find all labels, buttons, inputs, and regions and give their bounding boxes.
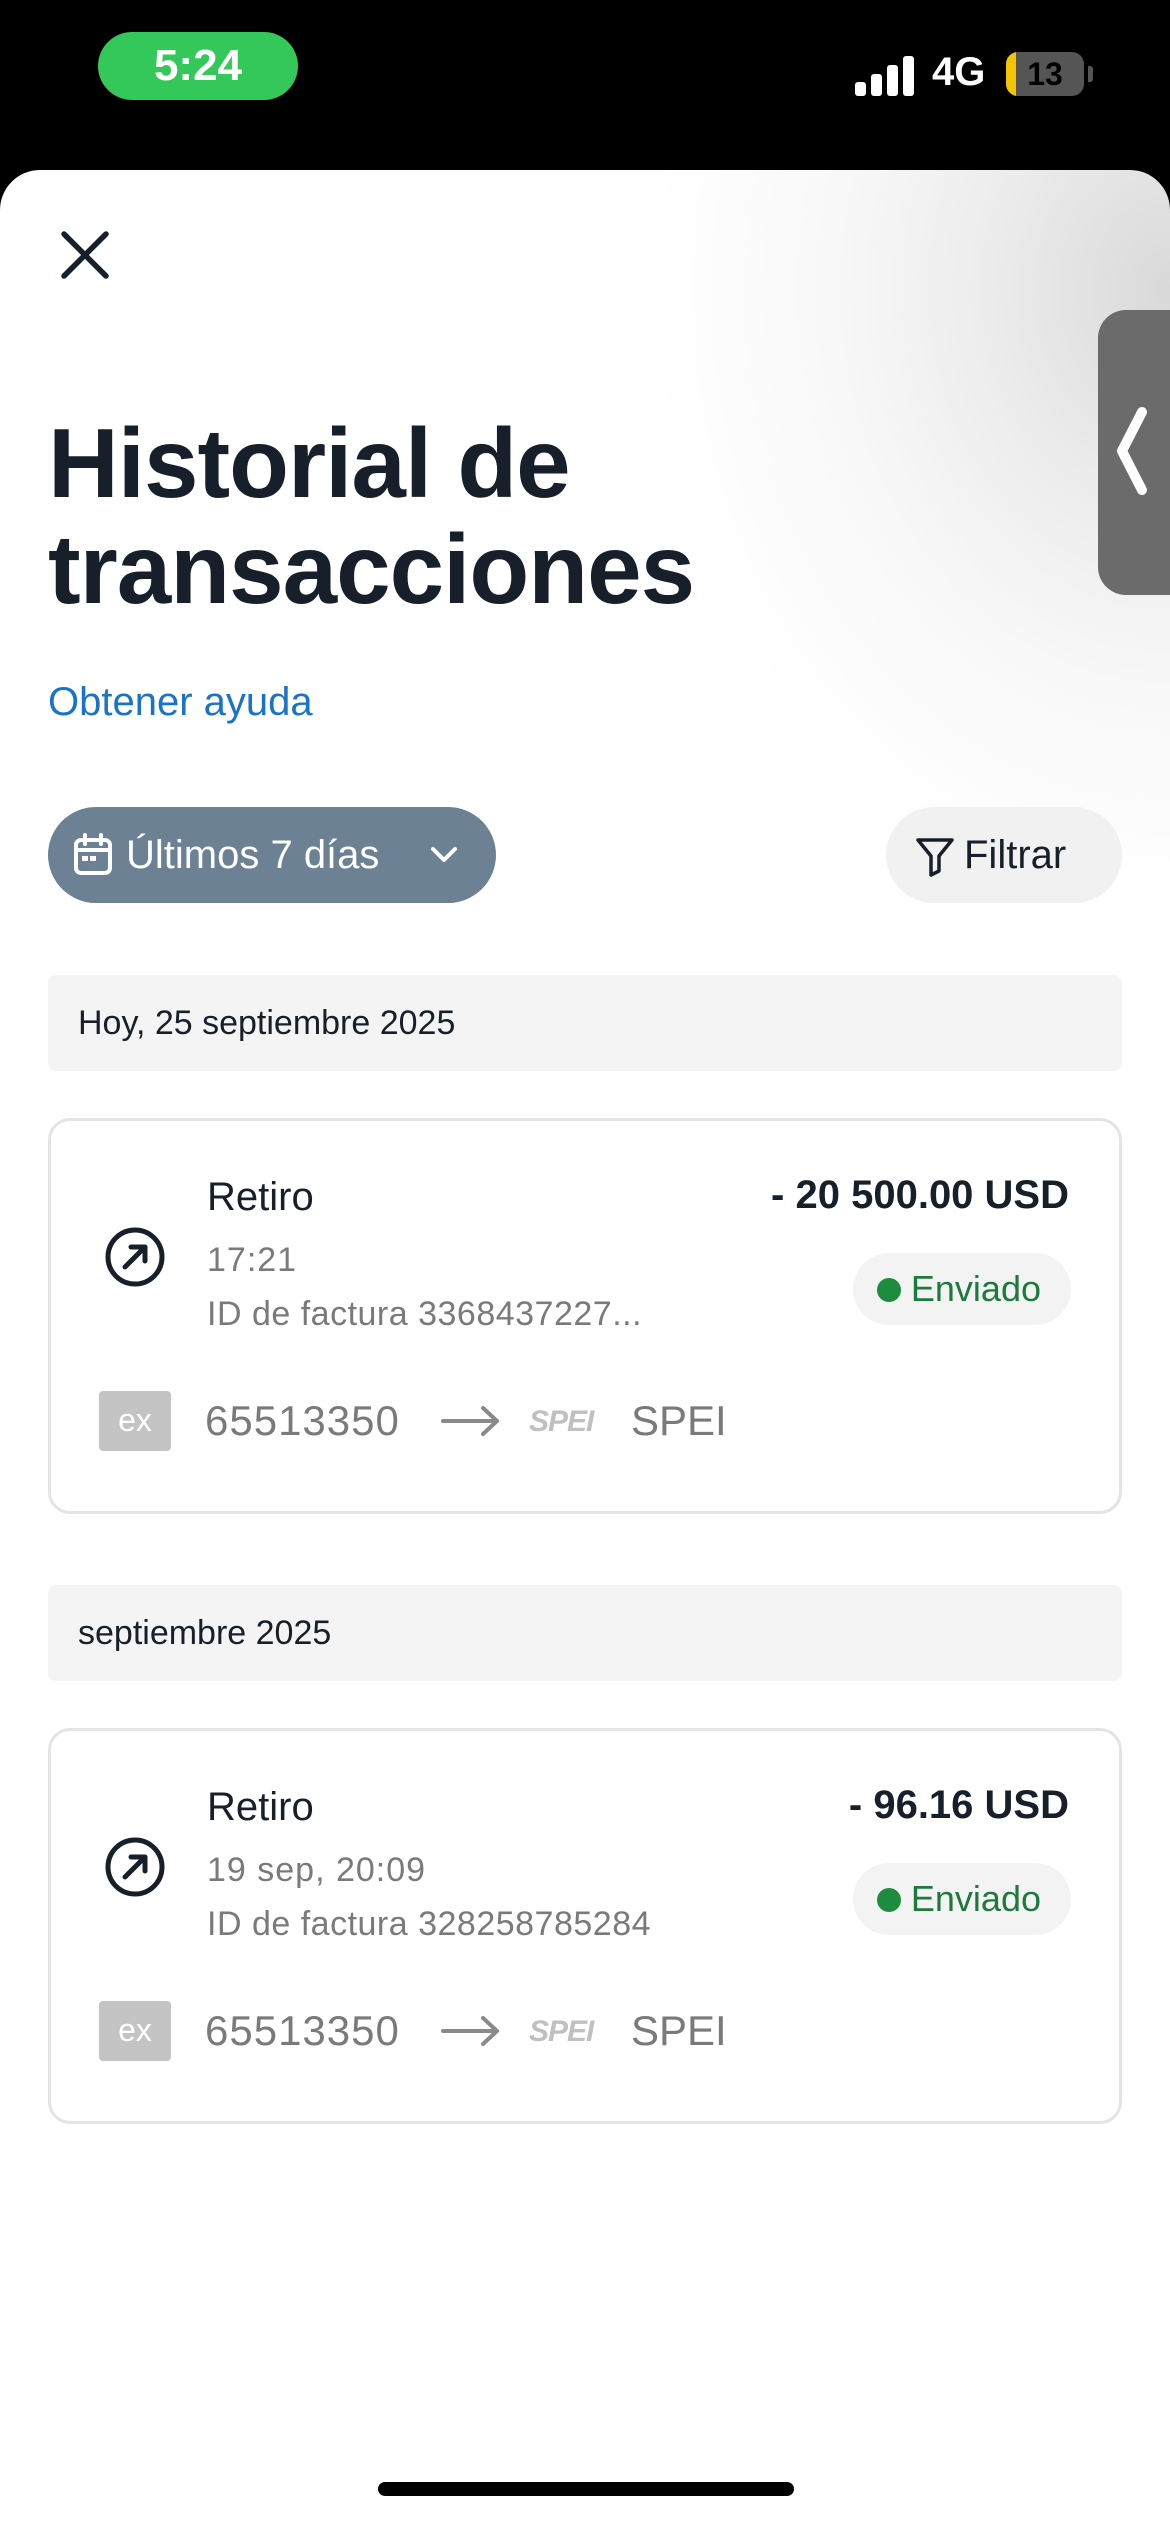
source-logo: ex <box>99 1391 171 1451</box>
status-label: Enviado <box>910 1878 1041 1919</box>
invoice-id: ID de factura 328258785284 <box>207 1905 652 1943</box>
destination-name: SPEI <box>631 1397 727 1444</box>
network-type: 4G <box>932 50 986 94</box>
source-account: 65513350 <box>205 2007 400 2054</box>
filter-icon <box>916 838 954 877</box>
chevron-down-icon <box>431 847 457 862</box>
destination-logo: SPEI <box>529 1405 594 1438</box>
arrow-right-icon <box>441 2016 499 2046</box>
transaction-time: 17:21 <box>207 1241 298 1279</box>
transaction-amount: - 20 500.00 USD <box>771 1173 1069 1217</box>
transaction-card[interactable]: Retiro 19 sep, 20:09 ID de factura 32825… <box>48 1728 1122 2124</box>
period-label: Últimos 7 días <box>126 833 380 877</box>
destination-logo: SPEI <box>529 2015 594 2048</box>
source-logo: ex <box>99 2001 171 2061</box>
date-group-header: septiembre 2025 <box>48 1585 1122 1681</box>
help-link[interactable]: Obtener ayuda <box>48 680 313 725</box>
arrow-right-icon <box>441 1406 499 1436</box>
period-selector-button[interactable]: Últimos 7 días <box>48 807 496 903</box>
transaction-type: Retiro <box>207 1175 314 1219</box>
arrow-up-right-circle-icon <box>105 1837 165 1897</box>
page-title: Historial de transacciones <box>48 408 695 624</box>
transaction-card[interactable]: Retiro 17:21 ID de factura 3368437227...… <box>48 1118 1122 1514</box>
status-badge: Enviado <box>852 1253 1071 1325</box>
close-button[interactable] <box>50 220 120 290</box>
status-label: Enviado <box>910 1268 1041 1309</box>
close-icon <box>61 231 109 279</box>
source-account: 65513350 <box>205 1397 400 1444</box>
home-indicator[interactable] <box>378 2482 794 2496</box>
transaction-amount: - 96.16 USD <box>848 1783 1069 1827</box>
battery-icon: 13 <box>1006 52 1084 96</box>
calendar-icon <box>74 833 112 875</box>
transaction-type: Retiro <box>207 1785 314 1829</box>
status-bar: 5:24 4G 13 <box>0 0 1170 170</box>
status-dot <box>876 1278 901 1302</box>
filter-button[interactable]: Filtrar <box>886 807 1122 903</box>
side-drawer-tab[interactable] <box>1098 310 1170 595</box>
status-dot <box>876 1888 901 1912</box>
filter-label: Filtrar <box>964 833 1067 877</box>
arrow-up-right-circle-icon <box>105 1227 165 1287</box>
cellular-signal-icon <box>855 54 915 96</box>
status-badge: Enviado <box>852 1863 1071 1935</box>
transaction-history-sheet: Historial de transacciones Obtener ayuda… <box>0 170 1170 2532</box>
battery-tip <box>1088 66 1093 82</box>
battery-level: 13 <box>1027 56 1063 92</box>
chevron-left-icon <box>1117 407 1147 495</box>
destination-name: SPEI <box>631 2007 727 2054</box>
date-group-header: Hoy, 25 septiembre 2025 <box>48 975 1122 1071</box>
status-time: 5:24 <box>98 32 298 100</box>
invoice-id: ID de factura 3368437227... <box>207 1295 643 1333</box>
transaction-time: 19 sep, 20:09 <box>207 1851 427 1889</box>
